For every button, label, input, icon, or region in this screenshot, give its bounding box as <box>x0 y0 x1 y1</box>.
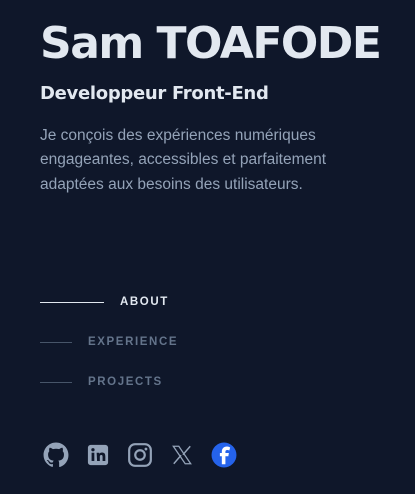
nav-indicator-line <box>40 341 72 343</box>
linkedin-link[interactable] <box>84 441 112 469</box>
instagram-link[interactable] <box>126 441 154 469</box>
profile-page: Sam TOAFODE Developpeur Front-End Je con… <box>0 0 415 494</box>
github-link[interactable] <box>42 441 70 469</box>
x-icon <box>172 445 192 465</box>
bio-text: Je conçois des expériences numériques en… <box>40 127 327 193</box>
job-title: Developpeur Front-End <box>40 83 269 104</box>
nav-item-experience[interactable]: EXPERIENCE <box>40 332 178 352</box>
nav-item-about[interactable]: ABOUT <box>40 292 178 312</box>
freecodecamp-link[interactable] <box>210 441 238 469</box>
github-icon <box>43 442 69 467</box>
nav-indicator-line <box>40 381 72 383</box>
nav-item-projects[interactable]: PROJECTS <box>40 372 178 392</box>
nav-item-label: ABOUT <box>120 296 169 308</box>
page-title: Sam TOAFODE <box>40 18 382 69</box>
nav-item-label: EXPERIENCE <box>88 336 179 348</box>
social-links <box>42 441 252 469</box>
nav-indicator-line <box>40 301 104 303</box>
nav-item-label: PROJECTS <box>88 376 163 388</box>
section-nav: ABOUT EXPERIENCE PROJECTS <box>40 292 178 412</box>
freecodecamp-icon <box>211 442 237 468</box>
instagram-icon <box>128 443 152 467</box>
linkedin-icon <box>87 444 109 466</box>
x-link[interactable] <box>168 441 196 469</box>
